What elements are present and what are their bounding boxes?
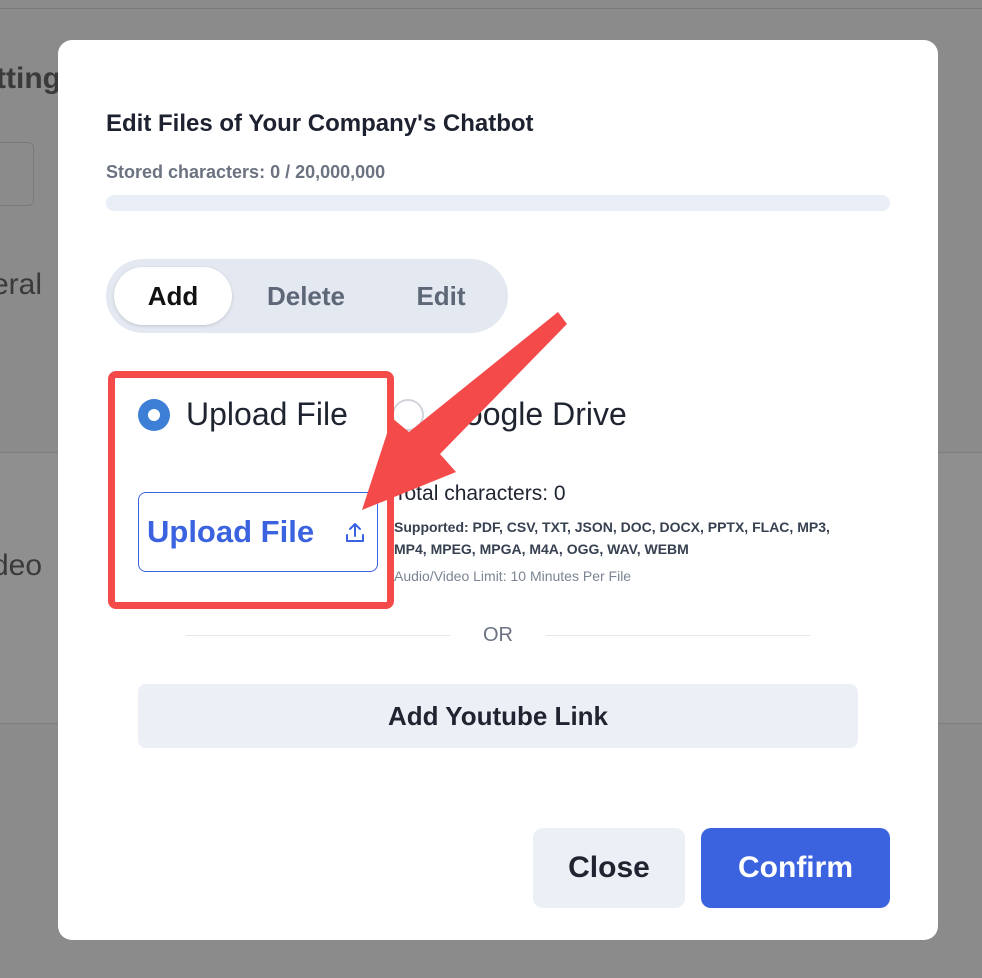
radio-google-drive[interactable] xyxy=(392,398,424,431)
add-youtube-link-button[interactable]: Add Youtube Link xyxy=(138,684,858,748)
background-general-text: eral xyxy=(0,268,43,301)
or-divider-right xyxy=(546,635,810,636)
storage-progress-bar xyxy=(106,195,890,211)
radio-google-drive-label: Google Drive xyxy=(440,396,627,432)
audio-video-limit-text: Audio/Video Limit: 10 Minutes Per File xyxy=(394,568,632,584)
confirm-button[interactable]: Confirm xyxy=(701,828,890,908)
stored-characters-text: Stored characters: 0 / 20,000,000 xyxy=(106,162,386,182)
tab-delete[interactable]: Delete xyxy=(246,267,366,325)
annotation-highlight-box xyxy=(108,371,394,609)
modal-title: Edit Files of Your Company's Chatbot xyxy=(106,110,534,137)
background-settings-text: tting xyxy=(0,62,61,95)
background-video-text: deo xyxy=(0,549,43,582)
total-characters-text: Total characters: 0 xyxy=(394,482,566,505)
background-divider xyxy=(0,8,982,9)
tab-add[interactable]: Add xyxy=(114,267,232,325)
close-button[interactable]: Close xyxy=(533,828,685,908)
background-dropdown: ▾ xyxy=(0,142,34,206)
source-option-google-drive[interactable]: Google Drive xyxy=(392,396,627,433)
supported-formats-text: Supported: PDF, CSV, TXT, JSON, DOC, DOC… xyxy=(394,519,830,557)
mode-tabs: Add Delete Edit xyxy=(106,259,508,333)
tab-edit[interactable]: Edit xyxy=(386,267,496,325)
